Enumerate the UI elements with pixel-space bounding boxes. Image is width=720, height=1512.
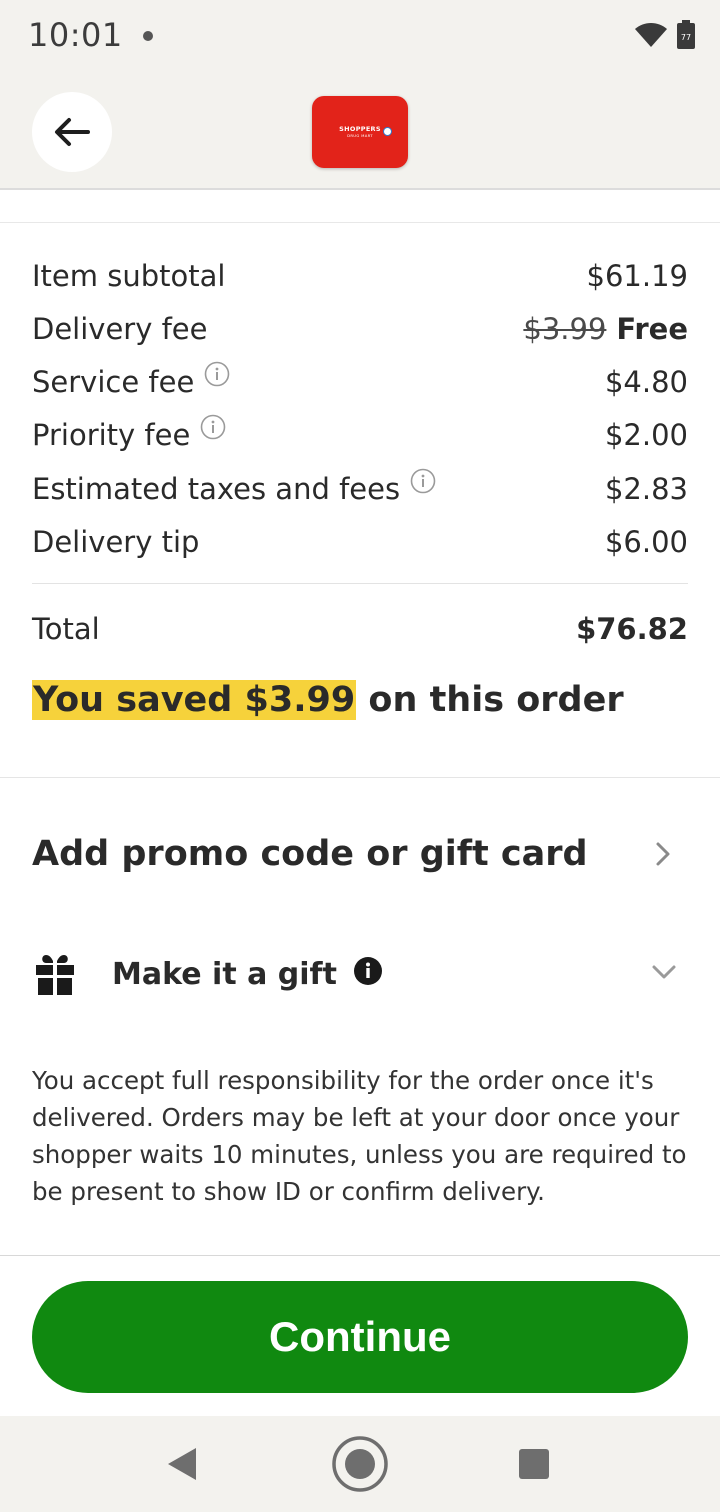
make-it-a-gift-label: Make it a gift	[112, 956, 337, 992]
status-time: 10:01	[28, 16, 123, 54]
promo-code-row[interactable]: Add promo code or gift card	[32, 826, 688, 882]
back-button[interactable]	[32, 92, 112, 172]
store-logo-badge-icon	[383, 127, 392, 136]
fee-label: Delivery fee	[32, 312, 208, 346]
nav-back-icon[interactable]	[166, 1446, 198, 1482]
chevron-down-icon[interactable]	[650, 962, 678, 982]
notification-dot-icon	[143, 31, 153, 41]
fee-row-delivery-tip: Delivery tip $6.00	[32, 522, 688, 562]
fee-value: $6.00	[604, 525, 688, 559]
info-outline-icon[interactable]	[204, 361, 230, 387]
fee-value: $3.99 Free	[523, 312, 688, 346]
fee-label: Priority fee	[32, 418, 191, 452]
make-it-a-gift-row[interactable]: Make it a gift	[32, 948, 688, 1000]
fee-row-estimated-taxes: Estimated taxes and fees $2.83	[32, 468, 688, 509]
arrow-left-icon	[55, 118, 90, 146]
fee-label: Estimated taxes and fees	[32, 472, 401, 506]
header: SHOPPERS DRUG MART	[0, 76, 720, 190]
fee-row-service-fee: Service fee $4.80	[32, 361, 688, 402]
store-logo-name: SHOPPERS	[339, 125, 381, 134]
savings-message: You saved $3.99 on this order	[32, 680, 624, 720]
savings-highlight: You saved $3.99	[32, 680, 357, 720]
fee-value: $61.19	[586, 259, 688, 293]
divider	[0, 222, 720, 223]
nav-recents-icon[interactable]	[519, 1449, 549, 1479]
battery-level: 77	[681, 33, 691, 42]
delivery-disclaimer: You accept full responsibility for the o…	[32, 1066, 687, 1206]
fee-row-priority-fee: Priority fee $2.00	[32, 414, 688, 455]
fee-label: Service fee	[32, 365, 195, 399]
fee-label: Delivery tip	[32, 525, 200, 559]
fee-label: Item subtotal	[32, 259, 226, 293]
promo-code-label: Add promo code or gift card	[32, 834, 588, 874]
status-bar: 10:01 77	[0, 0, 720, 76]
fee-value: $2.83	[604, 472, 688, 506]
fee-value: $2.00	[604, 418, 688, 452]
total-value: $76.82	[576, 612, 688, 646]
fee-value: $4.80	[604, 365, 688, 399]
footer: Continue	[0, 1255, 720, 1416]
info-filled-icon[interactable]	[353, 956, 383, 986]
store-logo: SHOPPERS DRUG MART	[312, 96, 408, 168]
free-delivery-label: Free	[616, 312, 688, 346]
wifi-icon	[635, 23, 667, 47]
info-outline-icon[interactable]	[410, 468, 436, 494]
info-outline-icon[interactable]	[200, 414, 226, 440]
divider	[32, 583, 688, 584]
nav-home-icon[interactable]	[331, 1435, 389, 1493]
fee-row-delivery-fee: Delivery fee $3.99 Free	[32, 309, 688, 349]
divider	[0, 777, 720, 778]
store-logo-subname: DRUG MART	[347, 132, 373, 138]
fee-row-item-subtotal: Item subtotal $61.19	[32, 256, 688, 296]
savings-rest: on this order	[356, 680, 624, 720]
total-row: Total $76.82	[32, 608, 688, 650]
system-nav-bar	[0, 1416, 720, 1512]
continue-button[interactable]: Continue	[32, 1281, 688, 1393]
gift-icon	[36, 955, 74, 995]
continue-label: Continue	[269, 1313, 451, 1360]
total-label: Total	[32, 612, 100, 646]
original-delivery-fee: $3.99	[523, 312, 607, 346]
battery-icon: 77	[677, 20, 695, 49]
chevron-right-icon	[656, 842, 670, 866]
